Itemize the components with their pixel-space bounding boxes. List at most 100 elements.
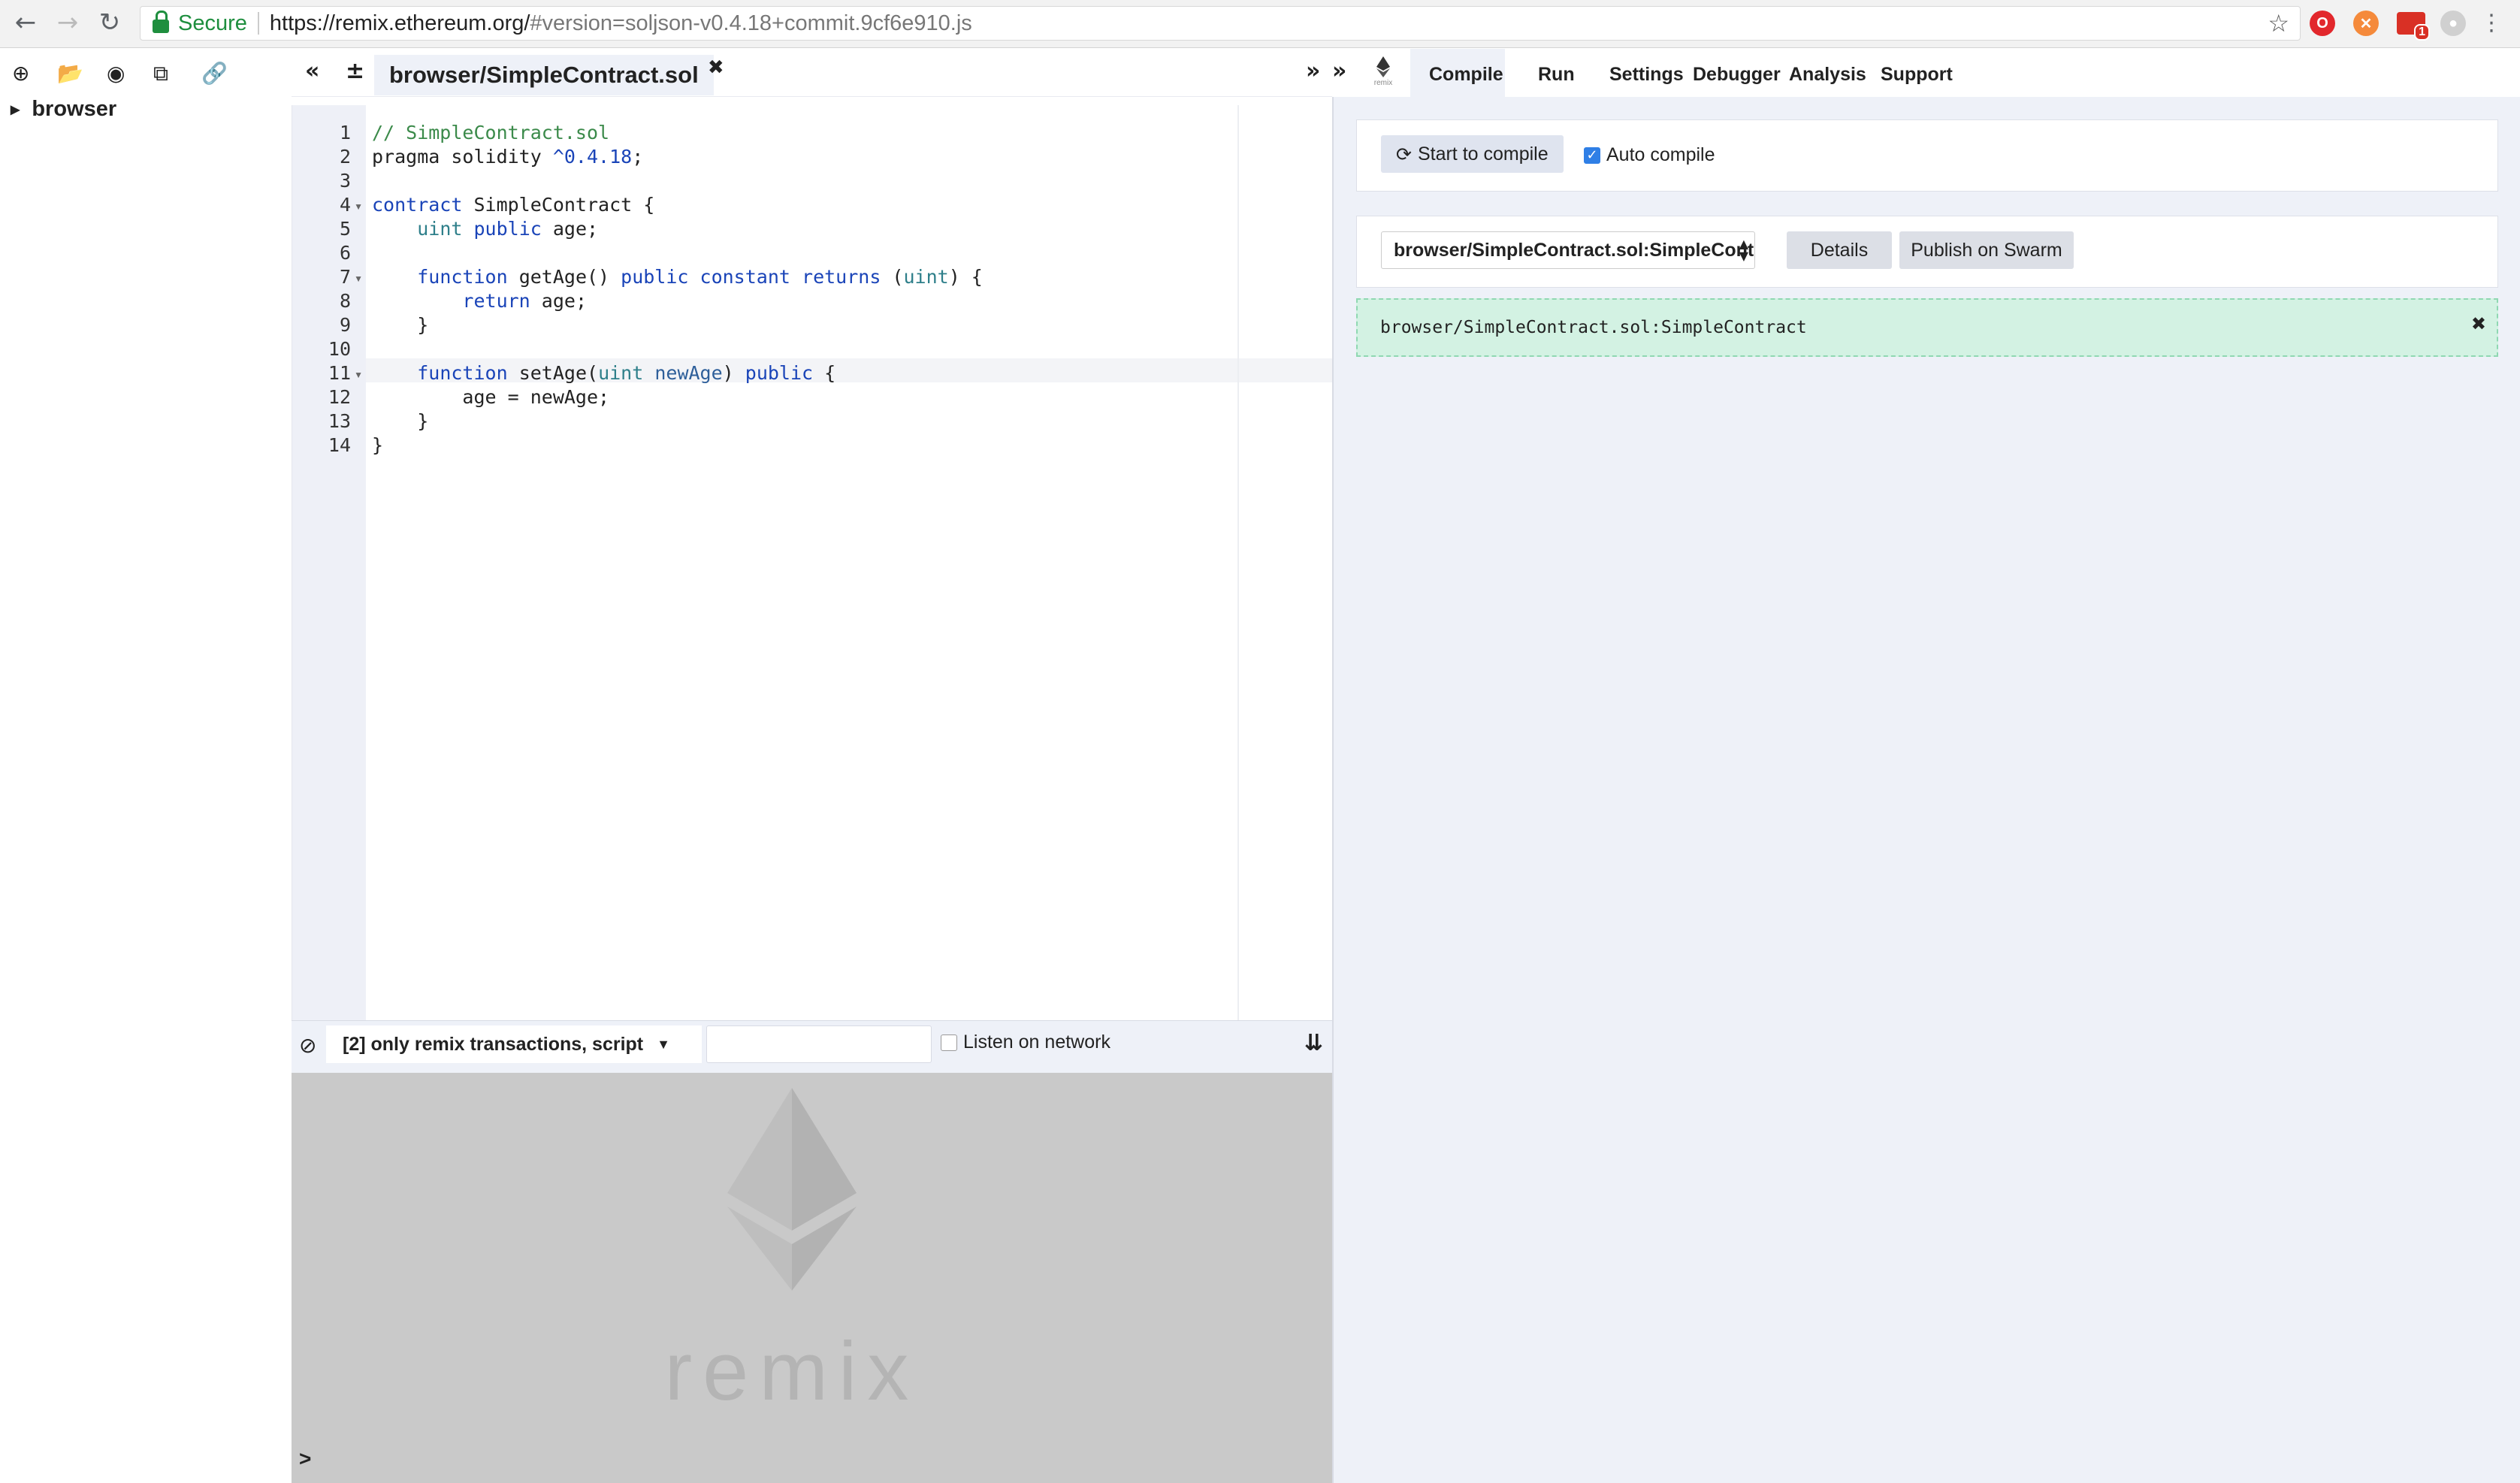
line-number: 8 <box>339 290 351 312</box>
success-message-text: browser/SimpleContract.sol:SimpleContrac… <box>1380 318 1807 337</box>
code-line-12: age = newAge; <box>372 386 610 408</box>
fold-arrow-icon[interactable]: ▼ <box>354 201 363 212</box>
close-icon[interactable]: ✖ <box>2471 313 2486 334</box>
extension-icon[interactable]: ✕ <box>2353 11 2379 36</box>
file-tab-label: browser/SimpleContract.sol <box>389 62 699 88</box>
terminal-toolbar: ⊘ [2] only remix transactions, script ▼ … <box>292 1020 1332 1073</box>
remix-watermark-logo: remix <box>665 1088 920 1418</box>
line-number: 3 <box>339 170 351 192</box>
remix-logo: remix <box>1368 56 1398 91</box>
editor-header: « ± browser/SimpleContract.sol ✖ » <box>292 49 1332 97</box>
url-host: https://remix.ethereum.org/ <box>269 11 530 35</box>
new-file-icon[interactable]: ⊕ <box>12 61 29 86</box>
right-panel-header: » remix Compile Run Settings Debugger An… <box>1332 49 2520 97</box>
tree-root-browser[interactable]: ▶ browser <box>11 97 116 122</box>
auto-compile-label: Auto compile <box>1606 144 1715 165</box>
publish-on-swarm-button[interactable]: Publish on Swarm <box>1899 231 2074 269</box>
compile-button-label: Start to compile <box>1417 143 1549 165</box>
tab-support[interactable]: Support <box>1881 64 1953 86</box>
line-number: 2 <box>339 146 351 168</box>
collapse-terminal-icon[interactable]: ⇊ <box>1304 1030 1323 1056</box>
code-line-7: function getAge() public constant return… <box>417 266 983 288</box>
file-tab[interactable]: browser/SimpleContract.sol ✖ <box>374 55 724 95</box>
github-icon[interactable]: ◉ <box>107 61 125 86</box>
collapse-right-icon[interactable]: » <box>1306 58 1320 84</box>
ethereum-icon <box>1376 56 1390 77</box>
camera-extension-icon[interactable]: ● <box>2440 11 2466 36</box>
menu-kebab-icon[interactable]: ⋮ <box>2476 8 2506 38</box>
contract-select-value: browser/SimpleContract.sol:SimpleContrac… <box>1394 239 1755 261</box>
link-icon[interactable]: 🔗 <box>201 61 228 86</box>
line-number: 4 <box>339 194 351 216</box>
auto-compile-checkbox[interactable]: ✓ Auto compile <box>1584 144 1715 166</box>
caret-right-icon: ▶ <box>11 103 20 116</box>
file-explorer: ⊕ 📂 ◉ ⧉ 🔗 ▶ browser <box>0 49 292 1483</box>
line-number: 13 <box>328 410 351 432</box>
increase-font-icon[interactable]: ± <box>346 58 364 84</box>
collapse-right-panel-icon[interactable]: » <box>1332 58 1346 84</box>
bookmark-star-icon[interactable]: ☆ <box>2268 9 2289 38</box>
mail-extension-icon[interactable]: 1 <box>2397 12 2430 41</box>
code-line-9: } <box>372 314 429 336</box>
secure-label: Secure <box>178 11 247 35</box>
lock-icon <box>153 11 169 33</box>
code-editor[interactable]: 1 2 3 4 ▼ 5 6 7 ▼ 8 9 10 11 ▼ 12 13 14 /… <box>292 105 1333 1020</box>
line-number: 12 <box>328 386 351 408</box>
line-number: 9 <box>339 314 351 336</box>
dropdown-caret-icon: ▼ <box>657 1036 670 1052</box>
listen-label: Listen on network <box>963 1031 1110 1053</box>
compile-success-message: browser/SimpleContract.sol:SimpleContrac… <box>1356 298 2498 357</box>
contract-select[interactable]: browser/SimpleContract.sol:SimpleContrac… <box>1381 231 1755 269</box>
collapse-left-icon[interactable]: « <box>305 58 319 84</box>
address-bar[interactable]: Secure https://remix.ethereum.org/#versi… <box>140 6 2301 41</box>
code-line-2: pragma solidity ^0.4.18; <box>372 146 644 168</box>
reload-icon[interactable]: ↻ <box>95 8 125 38</box>
remix-logo-caption: remix <box>1373 79 1393 87</box>
open-folder-icon[interactable]: 📂 <box>57 61 83 86</box>
tree-root-label: browser <box>32 97 117 121</box>
copy-icon[interactable]: ⧉ <box>153 61 168 86</box>
code-line-14: } <box>372 434 384 456</box>
clear-console-icon[interactable]: ⊘ <box>299 1033 316 1058</box>
tab-analysis[interactable]: Analysis <box>1789 64 1866 86</box>
listen-on-network-checkbox[interactable]: Listen on network <box>941 1031 1110 1053</box>
details-button[interactable]: Details <box>1787 231 1892 269</box>
checkbox-unchecked[interactable] <box>941 1034 957 1051</box>
line-number: 7 <box>339 266 351 288</box>
compile-panel: ⟳ Start to compile ✓ Auto compile browse… <box>1332 97 2520 1483</box>
tab-debugger[interactable]: Debugger <box>1693 64 1781 86</box>
checkbox-checked[interactable]: ✓ <box>1584 146 1600 164</box>
line-number: 14 <box>328 434 351 456</box>
line-gutter: 1 2 3 4 ▼ 5 6 7 ▼ 8 9 10 11 ▼ 12 13 14 <box>292 105 366 1020</box>
back-icon[interactable]: ← <box>11 8 41 38</box>
browser-toolbar: ← → ↻ Secure https://remix.ethereum.org/… <box>0 0 2520 48</box>
close-tab-icon[interactable]: ✖ <box>708 56 724 79</box>
forward-icon[interactable]: → <box>53 8 83 38</box>
line-number: 5 <box>339 218 351 240</box>
terminal-output[interactable]: remix > <box>292 1073 1332 1483</box>
print-margin <box>1237 105 1239 1020</box>
tab-run[interactable]: Run <box>1538 64 1575 86</box>
compile-controls-box: ⟳ Start to compile ✓ Auto compile <box>1356 119 2498 192</box>
terminal-search-input[interactable] <box>706 1025 932 1063</box>
start-to-compile-button[interactable]: ⟳ Start to compile <box>1381 135 1564 173</box>
tab-compile[interactable]: Compile <box>1429 64 1503 86</box>
opera-extension-icon[interactable]: O <box>2310 11 2335 36</box>
refresh-icon: ⟳ <box>1396 143 1412 165</box>
remix-watermark-text: remix <box>665 1325 920 1418</box>
tab-settings[interactable]: Settings <box>1609 64 1684 86</box>
fold-arrow-icon[interactable]: ▼ <box>354 370 363 380</box>
line-number: 1 <box>339 122 351 143</box>
code-line-5: uint public age; <box>417 218 599 240</box>
url-path: #version=soljson-v0.4.18+commit.9cf6e910… <box>530 11 972 35</box>
code-line-13: } <box>372 410 429 432</box>
terminal-prompt[interactable]: > <box>299 1447 311 1471</box>
contract-box: browser/SimpleContract.sol:SimpleContrac… <box>1356 216 2498 288</box>
code-line-4: contract SimpleContract { <box>372 194 655 216</box>
fold-arrow-icon[interactable]: ▼ <box>354 273 363 284</box>
code-line-1: // SimpleContract.sol <box>372 122 610 143</box>
code-line-11: function setAge(uint newAge) public { <box>417 362 836 384</box>
code-line-8: return age; <box>462 290 587 312</box>
transaction-filter-dropdown[interactable]: [2] only remix transactions, script ▼ <box>326 1025 702 1063</box>
line-number: 11 <box>328 362 351 384</box>
